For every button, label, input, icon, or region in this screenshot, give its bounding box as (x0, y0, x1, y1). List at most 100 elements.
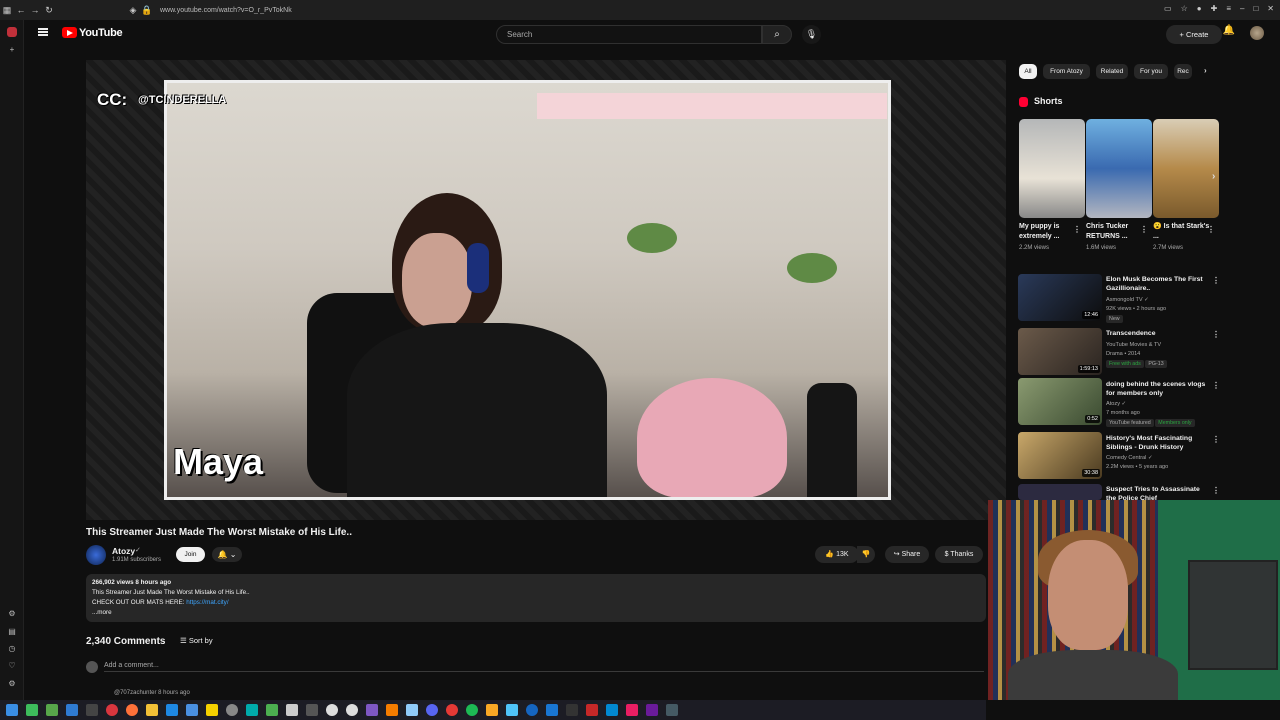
taskbar-app-icon[interactable] (226, 704, 238, 716)
taskbar-app-icon[interactable] (286, 704, 298, 716)
rec-title[interactable]: Suspect Tries to Assassinate the Police … (1106, 485, 1211, 500)
youtube-logo-icon[interactable] (62, 27, 77, 38)
taskbar-app-icon[interactable] (606, 704, 618, 716)
taskbar-app-icon[interactable] (646, 704, 658, 716)
short-thumbnail[interactable] (1019, 119, 1085, 218)
create-button[interactable]: + Create (1166, 25, 1222, 44)
more-actions-icon[interactable]: ⋮ (1212, 486, 1220, 495)
taskbar-app-icon[interactable] (526, 704, 538, 716)
taskbar-app-icon[interactable] (346, 704, 358, 716)
shorts-next-chevron-icon[interactable]: › (1212, 171, 1215, 182)
firefox-icon[interactable] (126, 704, 138, 716)
more-actions-icon[interactable]: ⋮ (1212, 435, 1220, 444)
youtube-logo-text[interactable]: YouTube (79, 27, 123, 39)
taskbar-app-icon[interactable] (566, 704, 578, 716)
rec-channel[interactable]: Comedy Central ✓ (1106, 454, 1153, 462)
reload-icon[interactable]: ↻ (42, 5, 56, 16)
taskbar-app-icon[interactable] (206, 704, 218, 716)
forward-icon[interactable]: → (28, 5, 42, 15)
rec-thumbnail[interactable] (1018, 484, 1102, 500)
rec-channel[interactable]: Asmongold TV ✓ (1106, 296, 1149, 304)
minimize-icon[interactable]: – (1240, 4, 1244, 13)
rec-title[interactable]: Elon Musk Becomes The First Gazillionair… (1106, 275, 1211, 293)
tab-strip-icon[interactable]: ▦ (0, 5, 14, 16)
join-button[interactable]: Join (176, 547, 205, 562)
description-link[interactable]: https://mat.city/ (186, 599, 228, 606)
taskbar-app-icon[interactable] (246, 704, 258, 716)
more-actions-icon[interactable]: ⋮ (1212, 381, 1220, 390)
thanks-button[interactable]: $ Thanks (935, 546, 983, 563)
chip-recently[interactable]: Rec (1174, 64, 1192, 79)
favorites-icon[interactable]: ♡ (7, 661, 17, 671)
short-thumbnail[interactable] (1153, 119, 1219, 218)
windows-start-icon[interactable] (6, 704, 18, 716)
like-button[interactable]: 👍 13K (815, 546, 859, 563)
more-actions-icon[interactable]: ⋮ (1212, 276, 1220, 285)
taskbar-app-icon[interactable] (46, 704, 58, 716)
taskbar-app-icon[interactable] (586, 704, 598, 716)
reader-icon[interactable]: ▭ (1164, 4, 1172, 13)
channel-avatar[interactable] (86, 545, 106, 565)
taskbar-app-icon[interactable] (406, 704, 418, 716)
short-title[interactable]: 😮 Is that Stark's ... (1153, 222, 1211, 242)
taskbar-app-icon[interactable] (486, 704, 498, 716)
taskbar-app-icon[interactable] (86, 704, 98, 716)
comment-author[interactable]: @707zachunter 8 hours ago (114, 690, 190, 696)
subscription-bell-icon[interactable]: 🔔 ⌄ (212, 547, 242, 562)
rec-title[interactable]: History's Most Fascinating Siblings - Dr… (1106, 434, 1211, 452)
chip-related[interactable]: Related (1096, 64, 1128, 79)
profile-icon[interactable]: ● (1197, 4, 1202, 13)
app-icon[interactable] (7, 27, 17, 37)
taskbar-app-icon[interactable] (306, 704, 318, 716)
gear-icon[interactable]: ⚙ (7, 679, 17, 689)
lock-icon[interactable]: 🔒 (140, 5, 154, 16)
video-player[interactable]: Maya CC: @TCINDERELLA (86, 60, 1006, 520)
rec-channel[interactable]: YouTube Movies & TV (1106, 341, 1161, 349)
rec-thumbnail[interactable]: 0:52 (1018, 378, 1102, 425)
back-icon[interactable]: ← (14, 5, 28, 15)
taskbar-app-icon[interactable] (266, 704, 278, 716)
taskbar-app-icon[interactable] (326, 704, 338, 716)
chevron-right-icon[interactable]: › (1204, 66, 1207, 75)
taskbar-app-icon[interactable] (66, 704, 78, 716)
rec-title[interactable]: Transcendence (1106, 329, 1211, 338)
user-avatar[interactable] (1250, 26, 1264, 40)
menu-icon[interactable]: ≡ (1226, 4, 1231, 13)
rec-thumbnail[interactable]: 30:38 (1018, 432, 1102, 479)
settings-icon[interactable]: ⚙ (7, 609, 17, 619)
chip-from-atozy[interactable]: From Atozy (1043, 64, 1090, 79)
channel-name[interactable]: Atozy (112, 546, 135, 556)
description-box[interactable]: 266,902 views 8 hours ago This Streamer … (86, 574, 986, 622)
maximize-icon[interactable]: □ (1253, 4, 1258, 13)
rec-title[interactable]: doing behind the scenes vlogs for member… (1106, 380, 1211, 398)
chip-all[interactable]: All (1019, 64, 1037, 79)
taskbar-app-icon[interactable] (366, 704, 378, 716)
notes-icon[interactable]: ▤ (7, 627, 17, 637)
folder-icon[interactable] (146, 704, 158, 716)
short-title[interactable]: Chris Tucker RETURNS ... (1086, 222, 1144, 242)
taskbar-app-icon[interactable] (186, 704, 198, 716)
short-title[interactable]: My puppy is extremely ... (1019, 222, 1077, 242)
add-icon[interactable]: + (7, 45, 17, 55)
discord-icon[interactable] (426, 704, 438, 716)
taskbar-app-icon[interactable] (106, 704, 118, 716)
taskbar-app-icon[interactable] (626, 704, 638, 716)
taskbar-app-icon[interactable] (546, 704, 558, 716)
history-icon[interactable]: ◷ (7, 644, 17, 654)
search-input[interactable]: Search (496, 25, 762, 44)
short-thumbnail[interactable] (1086, 119, 1152, 218)
taskbar-app-icon[interactable] (506, 704, 518, 716)
search-icon[interactable]: ⌕ (762, 25, 792, 44)
shield-icon[interactable]: ◈ (126, 5, 140, 16)
taskbar-app-icon[interactable] (166, 704, 178, 716)
notifications-icon[interactable]: 🔔 (1222, 25, 1236, 39)
taskbar-app-icon[interactable] (446, 704, 458, 716)
close-icon[interactable]: ✕ (1267, 4, 1274, 13)
more-actions-icon[interactable]: ⋮ (1212, 330, 1220, 339)
rec-thumbnail[interactable]: 1:59:13 (1018, 328, 1102, 375)
dislike-icon[interactable]: 👎 (857, 546, 875, 563)
rec-channel[interactable]: Atozy ✓ (1106, 400, 1126, 408)
bookmark-star-icon[interactable]: ☆ (1181, 4, 1188, 13)
rec-thumbnail[interactable]: 12:46 (1018, 274, 1102, 321)
taskbar-app-icon[interactable] (386, 704, 398, 716)
